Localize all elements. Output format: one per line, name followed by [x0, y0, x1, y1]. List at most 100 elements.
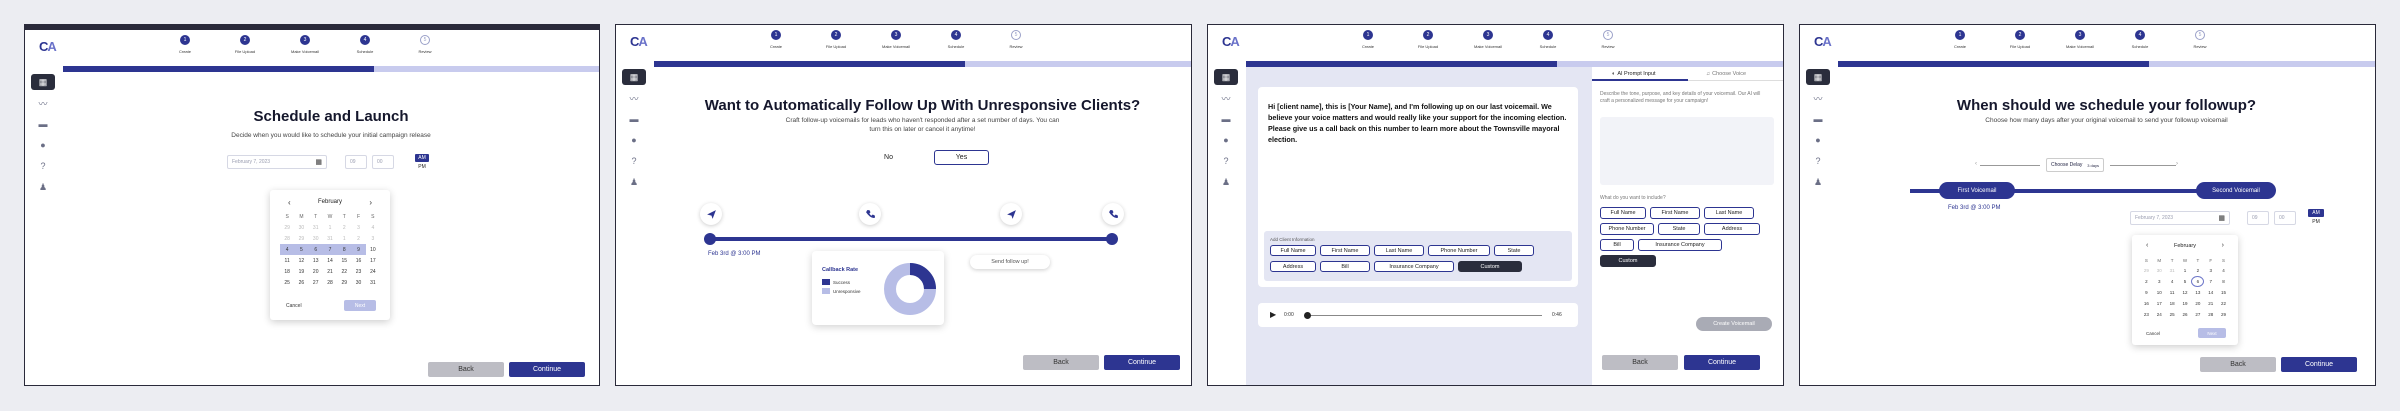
calendar-day[interactable]: 3 — [366, 233, 380, 244]
calendar-day[interactable]: 12 — [294, 255, 308, 266]
client-info-chip[interactable]: Insurance Company — [1374, 261, 1454, 272]
calendar-day[interactable]: 8 — [2217, 276, 2230, 287]
client-info-chip[interactable]: Bill — [1320, 261, 1370, 272]
step-1[interactable]: 1 Create — [155, 35, 215, 54]
client-info-chip[interactable]: Full Name — [1270, 245, 1316, 256]
calendar-day[interactable]: 24 — [2153, 309, 2166, 320]
calendar-day[interactable]: 4 — [366, 222, 380, 233]
include-chip[interactable]: Phone Number — [1600, 223, 1654, 235]
no-button[interactable]: No — [861, 150, 916, 165]
minute-select[interactable]: 00 — [372, 155, 394, 169]
step-4[interactable]: 4 Schedule — [335, 35, 395, 54]
help-icon[interactable]: ? — [622, 153, 646, 169]
hour-select[interactable]: 09 — [345, 155, 367, 169]
tab-ai-prompt[interactable]: ◐ AI Prompt Input — [1612, 71, 1656, 77]
calendar-day[interactable]: 15 — [2217, 287, 2230, 298]
continue-button[interactable]: Continue — [509, 362, 585, 377]
user-icon[interactable]: ♟ — [31, 179, 55, 195]
calendar-day[interactable]: 16 — [351, 255, 365, 266]
include-chip[interactable]: Full Name — [1600, 207, 1646, 219]
include-chip[interactable]: State — [1658, 223, 1700, 235]
calendar-day[interactable]: 19 — [294, 266, 308, 277]
card-icon[interactable]: ▬ — [1806, 111, 1830, 127]
timeline-end-dot[interactable] — [1106, 233, 1118, 245]
continue-button[interactable]: Continue — [1104, 355, 1180, 370]
calendar-day[interactable]: 4 — [2166, 276, 2179, 287]
include-chip[interactable]: Insurance Company — [1638, 239, 1722, 251]
client-info-chip[interactable]: State — [1494, 245, 1534, 256]
calendar-day[interactable]: 19 — [2179, 298, 2192, 309]
step-4[interactable]: 4 Schedule — [1518, 30, 1578, 49]
calendar-day[interactable]: 5 — [294, 244, 309, 255]
step-5[interactable]: 5 Review — [1578, 30, 1638, 49]
client-info-chip[interactable]: Address — [1270, 261, 1316, 272]
step-1[interactable]: 1 Create — [746, 30, 806, 49]
calendar-day[interactable]: 29 — [2140, 265, 2153, 276]
calendar-next-button[interactable]: Next — [344, 300, 376, 311]
step-5[interactable]: 5 Review — [986, 30, 1046, 49]
pm-toggle[interactable]: PM — [2308, 218, 2324, 226]
step-2[interactable]: 2 File Upload — [1398, 30, 1458, 49]
help-icon[interactable]: ? — [31, 158, 55, 174]
calendar-day[interactable]: 12 — [2179, 287, 2192, 298]
step-2[interactable]: 2 File Upload — [806, 30, 866, 49]
trend-icon[interactable]: 〰 — [31, 95, 55, 111]
calendar-day[interactable]: 30 — [294, 222, 308, 233]
calendar-day[interactable]: 21 — [2204, 298, 2217, 309]
calendar-day[interactable]: 1 — [2179, 265, 2192, 276]
timeline-start-dot[interactable] — [704, 233, 716, 245]
back-button[interactable]: Back — [1023, 355, 1099, 370]
calendar-day[interactable]: 23 — [2140, 309, 2153, 320]
second-voicemail-pill[interactable]: Second Voicemail — [2196, 182, 2276, 199]
calendar-day[interactable]: 17 — [366, 255, 380, 266]
calendar-day[interactable]: 1 — [337, 233, 351, 244]
step-3[interactable]: 3 Make Voicemail — [1458, 30, 1518, 49]
calendar-day[interactable]: 20 — [2191, 298, 2204, 309]
next-month-button[interactable]: › — [2222, 242, 2224, 249]
grid-icon[interactable]: ▦ — [31, 74, 55, 90]
back-button[interactable]: Back — [2200, 357, 2276, 372]
calendar-day[interactable]: 14 — [2204, 287, 2217, 298]
user-icon[interactable]: ♟ — [1214, 174, 1238, 190]
include-chip[interactable]: Last Name — [1704, 207, 1754, 219]
calendar-cancel-button[interactable]: Cancel — [286, 303, 302, 309]
calendar-day[interactable]: 30 — [351, 277, 365, 288]
calendar-day[interactable]: 3 — [2153, 276, 2166, 287]
hour-select[interactable]: 09 — [2247, 211, 2269, 225]
calendar-day[interactable]: 9 — [2140, 287, 2153, 298]
grid-icon[interactable]: ▦ — [622, 69, 646, 85]
calendar-day[interactable]: 26 — [294, 277, 308, 288]
step-1[interactable]: 1 Create — [1338, 30, 1398, 49]
card-icon[interactable]: ▬ — [1214, 111, 1238, 127]
calendar-day[interactable]: 18 — [2166, 298, 2179, 309]
include-chip[interactable]: Address — [1704, 223, 1760, 235]
calendar-day[interactable]: 6 — [2191, 276, 2205, 287]
step-2[interactable]: 2 File Upload — [215, 35, 275, 54]
step-4[interactable]: 4 Schedule — [926, 30, 986, 49]
card-icon[interactable]: ▬ — [622, 111, 646, 127]
help-icon[interactable]: ? — [1214, 153, 1238, 169]
calendar-day[interactable]: 17 — [2153, 298, 2166, 309]
calendar-day[interactable]: 7 — [322, 244, 338, 255]
calendar-day[interactable]: 15 — [337, 255, 351, 266]
back-button[interactable]: Back — [428, 362, 504, 377]
calendar-day[interactable]: 5 — [2179, 276, 2192, 287]
calendar-day[interactable]: 6 — [308, 244, 323, 255]
step-5[interactable]: 5 Review — [395, 35, 455, 54]
calendar-day[interactable]: 14 — [323, 255, 337, 266]
calendar-day[interactable]: 7 — [2204, 276, 2217, 287]
calendar-day[interactable]: 31 — [309, 222, 323, 233]
trend-icon[interactable]: 〰 — [622, 90, 646, 106]
calendar-day[interactable]: 30 — [309, 233, 323, 244]
continue-button[interactable]: Continue — [1684, 355, 1760, 370]
calendar-day[interactable]: 2 — [2140, 276, 2153, 287]
send-follow-up-button[interactable]: Send follow up! — [970, 255, 1050, 269]
grid-icon[interactable]: ▦ — [1806, 69, 1830, 85]
card-icon[interactable]: ▬ — [31, 116, 55, 132]
calendar-next-button[interactable]: Next — [2198, 328, 2226, 338]
prompt-textarea[interactable] — [1600, 117, 1774, 185]
calendar-day[interactable]: 8 — [337, 244, 352, 255]
calendar-day[interactable]: 20 — [309, 266, 323, 277]
calendar-day[interactable]: 13 — [309, 255, 323, 266]
include-chip[interactable]: Custom — [1600, 255, 1656, 267]
